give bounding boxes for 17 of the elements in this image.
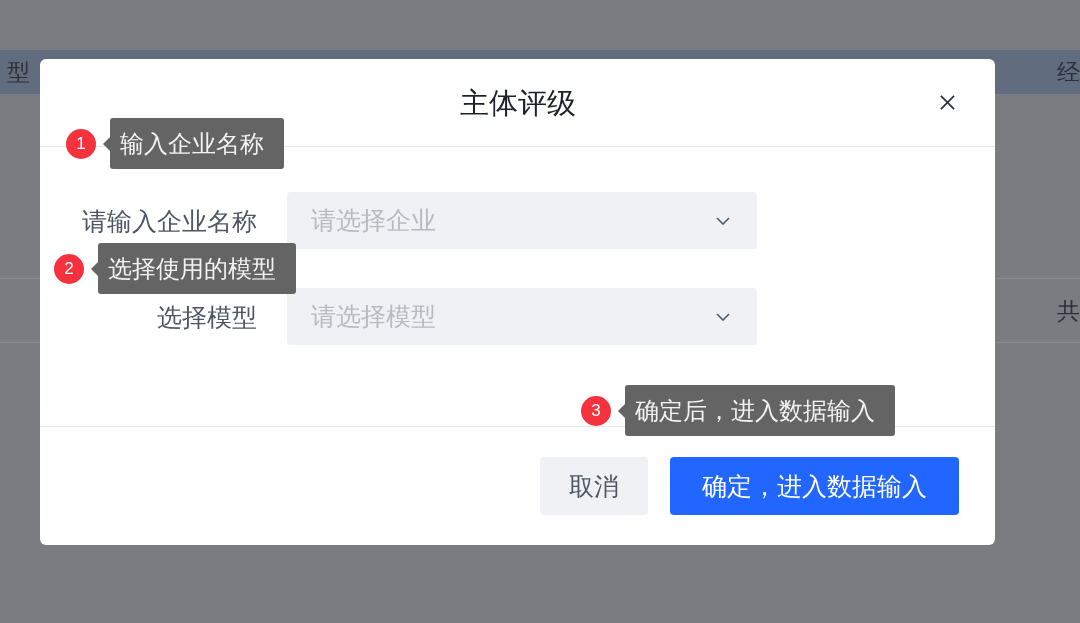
confirm-button[interactable]: 确定，进入数据输入 (670, 457, 959, 515)
cancel-button[interactable]: 取消 (540, 457, 648, 515)
dialog-title: 主体评级 (459, 85, 576, 121)
annotation-tooltip: 确定后，进入数据输入 (625, 385, 895, 436)
tooltip-pointer-icon (91, 261, 98, 276)
column-header: 经 (1057, 58, 1080, 86)
close-icon[interactable] (940, 95, 955, 110)
chevron-down-icon (716, 312, 730, 321)
form-label: 选择模型 (157, 301, 257, 332)
chevron-down-icon (716, 216, 730, 225)
annotation-tooltip: 输入企业名称 (110, 118, 284, 169)
annotation-tooltip: 选择使用的模型 (98, 243, 296, 294)
form-label: 请输入企业名称 (82, 205, 257, 236)
tooltip-pointer-icon (103, 136, 110, 151)
table-cell: 共 (1057, 296, 1080, 325)
tooltip-pointer-icon (618, 403, 625, 418)
column-header: 型 (7, 58, 30, 86)
